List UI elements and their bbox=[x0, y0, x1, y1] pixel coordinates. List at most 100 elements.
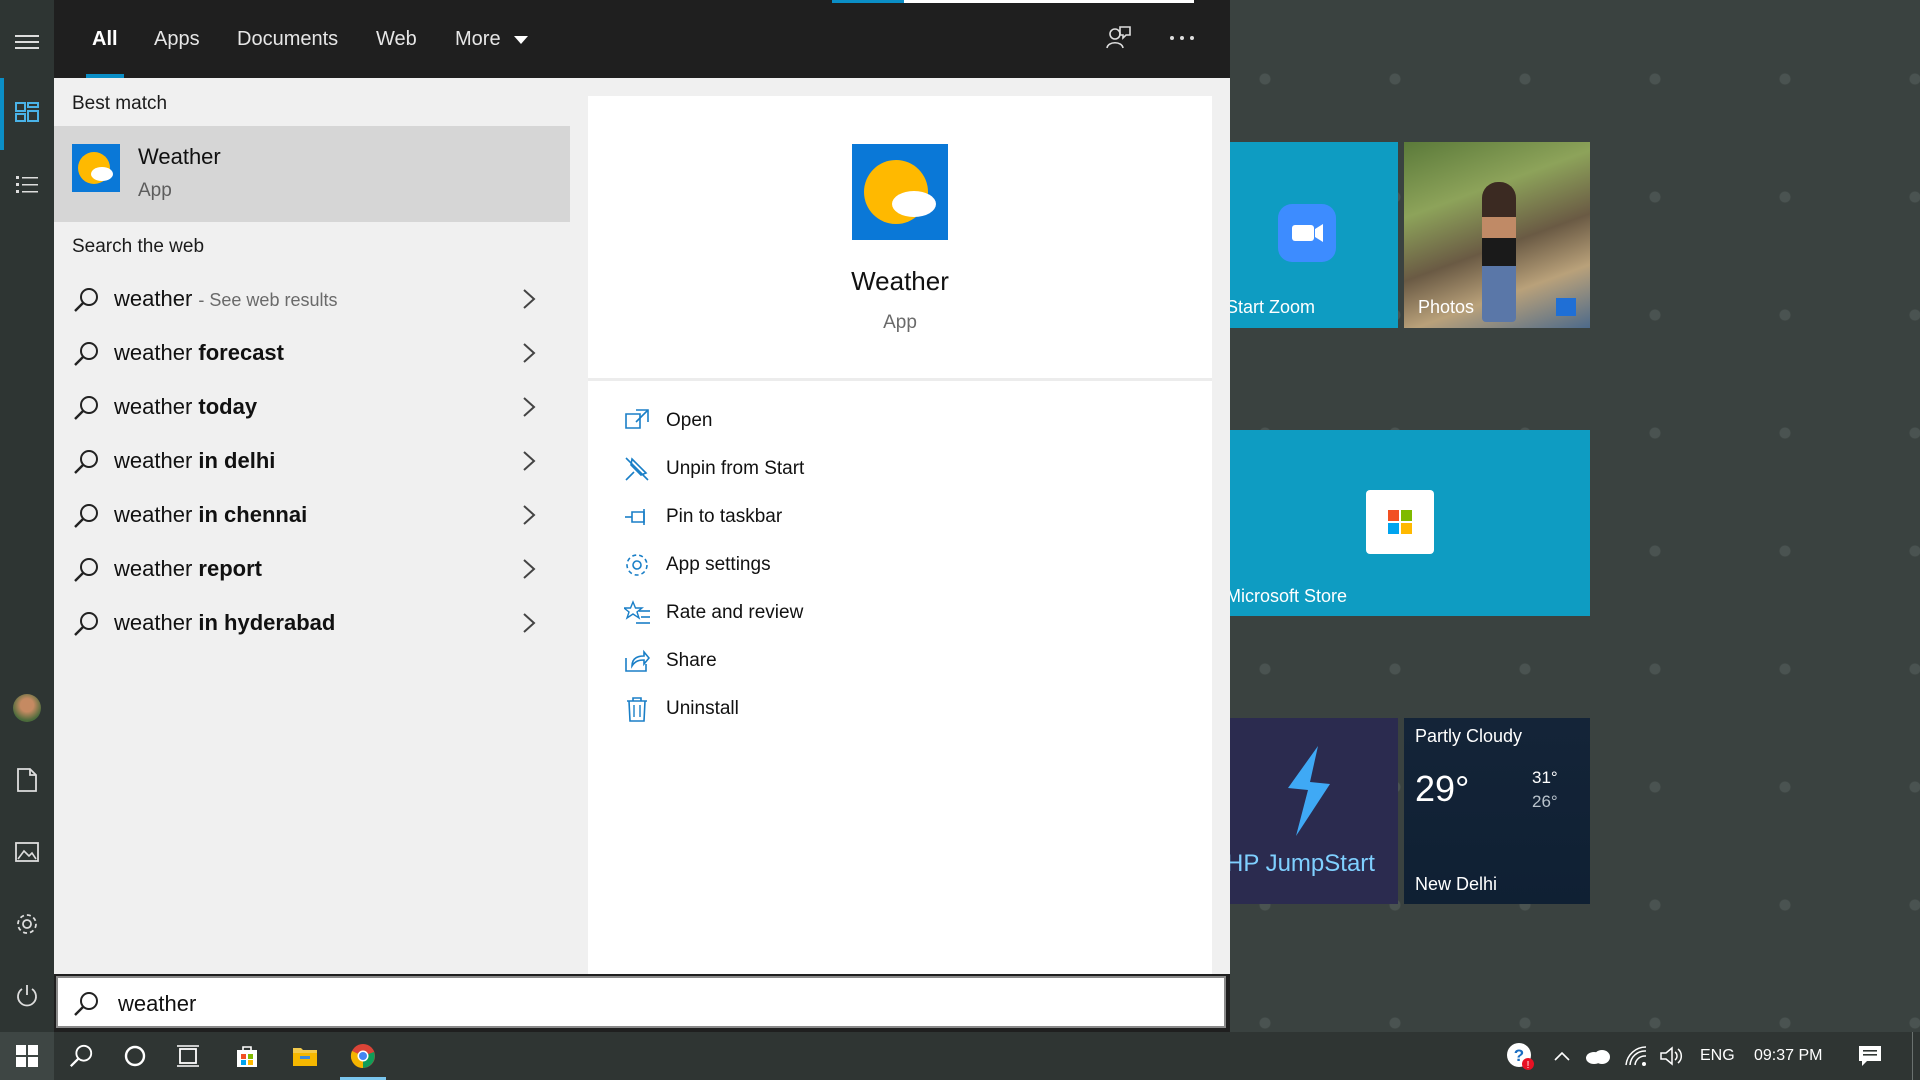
suggestion-suffix: in hyderabad bbox=[198, 610, 336, 635]
action-unpin-from-start[interactable]: Unpin from Start bbox=[624, 450, 1024, 490]
task-view-button[interactable] bbox=[166, 1032, 212, 1080]
chevron-right-icon[interactable] bbox=[520, 612, 538, 634]
cortana-icon bbox=[124, 1045, 146, 1067]
web-suggestion-item[interactable]: weather - See web results bbox=[54, 272, 570, 326]
home-grid-icon bbox=[15, 102, 39, 122]
taskbar-store-button[interactable] bbox=[224, 1032, 270, 1080]
best-match-item[interactable]: Weather App bbox=[54, 126, 570, 222]
web-suggestion-item[interactable]: weather report bbox=[54, 542, 570, 596]
feedback-button[interactable] bbox=[1104, 24, 1134, 54]
jumpstart-logo-icon bbox=[1288, 746, 1330, 836]
start-rail bbox=[0, 0, 54, 1032]
suggestion-prefix: weather bbox=[114, 610, 199, 635]
action-center-button[interactable] bbox=[1852, 1032, 1888, 1080]
action-pin-to-taskbar[interactable]: Pin to taskbar bbox=[624, 498, 1024, 538]
start-button[interactable] bbox=[0, 1032, 54, 1080]
more-options-button[interactable] bbox=[1168, 24, 1198, 54]
search-input[interactable] bbox=[116, 986, 1120, 1022]
cloud-icon bbox=[1586, 1050, 1610, 1064]
network-button[interactable] bbox=[1620, 1032, 1652, 1080]
gear-icon bbox=[17, 914, 37, 934]
onedrive-button[interactable] bbox=[1582, 1032, 1614, 1080]
search-web-heading: Search the web bbox=[72, 236, 205, 257]
web-suggestion-item[interactable]: weather in hyderabad bbox=[54, 596, 570, 650]
action-share[interactable]: Share bbox=[624, 642, 1024, 682]
action-label: Pin to taskbar bbox=[666, 506, 783, 527]
tab-all[interactable]: All bbox=[86, 0, 124, 78]
rail-pictures-button[interactable] bbox=[0, 822, 54, 882]
help-tray-button[interactable]: ?! bbox=[1502, 1032, 1538, 1080]
cortana-button[interactable] bbox=[112, 1032, 158, 1080]
show-hidden-icons-button[interactable] bbox=[1548, 1032, 1576, 1080]
file-explorer-button[interactable] bbox=[282, 1032, 328, 1080]
suggestion-suffix: today bbox=[198, 394, 258, 419]
windows-logo-icon bbox=[16, 1045, 38, 1067]
action-label: Rate and review bbox=[666, 602, 804, 623]
rail-avatar-button[interactable] bbox=[0, 678, 54, 738]
tab-web[interactable]: Web bbox=[376, 0, 417, 78]
photo-person bbox=[1482, 182, 1516, 322]
best-match-type: App bbox=[138, 180, 172, 201]
preview-app-name: Weather bbox=[851, 266, 949, 296]
clock[interactable]: 09:37 PM bbox=[1754, 1032, 1822, 1080]
weather-low: 26° bbox=[1532, 792, 1558, 811]
web-suggestion-item[interactable]: weather in delhi bbox=[54, 434, 570, 488]
wifi-icon bbox=[1625, 1046, 1647, 1066]
folder-icon bbox=[293, 1048, 317, 1066]
action-rate-and-review[interactable]: Rate and review bbox=[624, 594, 1024, 634]
suggestion-prefix: weather bbox=[114, 556, 199, 581]
tab-documents[interactable]: Documents bbox=[237, 0, 338, 78]
search-tabs-header: All Apps Documents Web More bbox=[54, 0, 1230, 78]
suggestion-prefix: weather bbox=[114, 394, 199, 419]
power-icon bbox=[17, 985, 37, 1007]
chevron-right-icon[interactable] bbox=[520, 450, 538, 472]
web-suggestion-item[interactable]: weather in chennai bbox=[54, 488, 570, 542]
hamburger-menu-button[interactable] bbox=[0, 12, 54, 72]
chrome-button[interactable] bbox=[340, 1032, 386, 1080]
zoom-icon bbox=[1278, 204, 1336, 262]
see-web-results-label: - See web results bbox=[198, 290, 338, 310]
tile-start-zoom[interactable]: Start Zoom bbox=[1230, 142, 1398, 328]
rail-power-button[interactable] bbox=[0, 966, 54, 1026]
chevron-right-icon[interactable] bbox=[520, 288, 538, 310]
avatar bbox=[13, 694, 41, 722]
tile-microsoft-store[interactable]: Microsoft Store bbox=[1230, 430, 1590, 616]
suggestion-text: weather in chennai bbox=[114, 502, 307, 528]
chevron-right-icon[interactable] bbox=[520, 558, 538, 580]
store-icon bbox=[237, 1046, 257, 1067]
action-app-settings[interactable]: App settings bbox=[624, 546, 1024, 586]
chevron-right-icon[interactable] bbox=[520, 342, 538, 364]
volume-button[interactable] bbox=[1656, 1032, 1688, 1080]
taskbar-search-button[interactable] bbox=[58, 1032, 104, 1080]
tile-hp-jumpstart[interactable]: HP JumpStart bbox=[1230, 718, 1398, 904]
open-icon bbox=[625, 409, 649, 429]
show-desktop-button[interactable] bbox=[1912, 1032, 1920, 1080]
tile-photos[interactable]: Photos bbox=[1404, 142, 1590, 328]
tab-more[interactable]: More bbox=[455, 0, 529, 78]
search-icon bbox=[74, 342, 98, 366]
suggestion-prefix: weather bbox=[114, 286, 193, 311]
search-box bbox=[56, 976, 1226, 1028]
search-icon bbox=[69, 1044, 93, 1068]
tile-weather[interactable]: Partly Cloudy 29° 31° 26° New Delhi bbox=[1404, 718, 1590, 904]
action-open[interactable]: Open bbox=[624, 402, 1024, 442]
chevron-right-icon[interactable] bbox=[520, 396, 538, 418]
chevron-right-icon[interactable] bbox=[520, 504, 538, 526]
web-suggestion-item[interactable]: weather today bbox=[54, 380, 570, 434]
list-icon bbox=[16, 176, 38, 193]
pictures-icon bbox=[15, 842, 39, 862]
rail-home-button[interactable] bbox=[0, 82, 54, 142]
chrome-icon bbox=[350, 1044, 375, 1069]
trash-icon bbox=[627, 697, 647, 722]
search-icon bbox=[74, 504, 98, 528]
tile-label: Photos bbox=[1418, 297, 1475, 317]
weather-high: 31° bbox=[1532, 768, 1558, 787]
web-suggestion-item[interactable]: weather forecast bbox=[54, 326, 570, 380]
tab-apps[interactable]: Apps bbox=[154, 0, 200, 78]
action-uninstall[interactable]: Uninstall bbox=[624, 690, 1024, 730]
rail-documents-button[interactable] bbox=[0, 750, 54, 810]
loading-bar-accent bbox=[832, 0, 904, 3]
rail-list-button[interactable] bbox=[0, 155, 54, 215]
rail-settings-button[interactable] bbox=[0, 894, 54, 954]
language-indicator[interactable]: ENG bbox=[1700, 1032, 1735, 1080]
